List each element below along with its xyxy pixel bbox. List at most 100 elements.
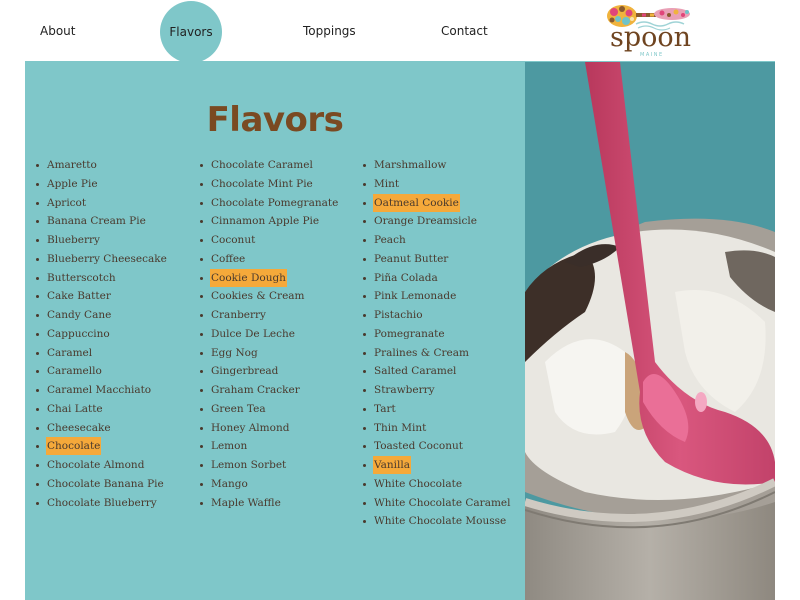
flavors-panel: Flavors Amaretto Apple Pie Apricot Banana C… <box>25 62 525 600</box>
flavor-item: Mint <box>362 175 512 194</box>
flavor-list-column-2: Chocolate Caramel Chocolate Mint Pie Choco… <box>199 156 339 512</box>
spoon-logo[interactable]: spoon MAINE <box>606 4 694 60</box>
flavor-item: Chocolate Almond <box>35 456 168 475</box>
flavor-name: Amaretto <box>47 159 97 171</box>
flavor-item: Coconut <box>199 231 339 250</box>
flavor-name: Coffee <box>211 252 246 265</box>
flavor-item: White Chocolate <box>362 475 512 494</box>
flavor-item: Chocolate <box>35 437 168 456</box>
flavor-item: Gingerbread <box>199 362 339 381</box>
flavor-item: Apple Pie <box>35 175 168 194</box>
flavor-item: Cookies & Cream <box>199 287 339 306</box>
flavor-item: Thin Mint <box>362 419 512 438</box>
flavor-name: Caramel Macchiato <box>47 384 152 396</box>
flavor-item: Blueberry Cheesecake <box>35 250 168 269</box>
flavor-name: Blueberry <box>47 234 100 246</box>
flavor-item: Pink Lemonade <box>362 287 512 306</box>
flavor-item: Lemon Sorbet <box>199 456 339 475</box>
flavor-item: White Chocolate Caramel <box>362 494 512 513</box>
flavor-name: Pink Lemonade <box>374 290 457 303</box>
flavor-name: Chocolate Mint Pie <box>211 177 313 190</box>
ice-cream-illustration <box>525 62 775 600</box>
flavor-name-highlighted: Cookie Dough <box>210 268 287 287</box>
flavor-item: Banana Cream Pie <box>35 212 168 231</box>
flavor-item: Apricot <box>35 194 168 213</box>
flavor-name: White Chocolate Caramel <box>374 496 511 509</box>
page-title: Flavors <box>206 100 344 140</box>
flavor-item: Caramello <box>35 362 168 381</box>
flavor-name: White Chocolate Mousse <box>374 515 507 528</box>
flavor-item: Pomegranate <box>362 325 512 344</box>
flavor-item: Marshmallow <box>362 156 512 175</box>
flavor-name: Lemon <box>211 440 248 453</box>
flavor-name: Orange Dreamsicle <box>374 215 477 228</box>
flavor-item: Chocolate Blueberry <box>35 494 168 513</box>
flavor-name: Thin Mint <box>374 421 427 434</box>
flavor-name: Mango <box>211 477 248 490</box>
flavor-name: Chocolate Pomegranate <box>211 196 339 209</box>
flavor-name: Pralines & Cream <box>374 346 469 359</box>
flavor-name: Banana Cream Pie <box>47 215 146 228</box>
logo-wordmark: spoon <box>610 22 692 53</box>
nav-toppings[interactable]: Toppings <box>303 24 356 38</box>
flavor-name: Piña Colada <box>374 271 438 284</box>
flavor-name: Gingerbread <box>211 365 279 378</box>
flavor-name: Salted Caramel <box>374 365 457 378</box>
flavor-item: Pistachio <box>362 306 512 325</box>
flavor-name: Egg Nog <box>211 346 258 359</box>
flavor-name: Green Tea <box>211 402 266 415</box>
flavor-name: Candy Cane <box>47 309 112 321</box>
flavor-item: Dulce De Leche <box>199 325 339 344</box>
flavor-item: Caramel Macchiato <box>35 381 168 400</box>
flavor-name: Tart <box>374 402 396 415</box>
flavor-item: Cinnamon Apple Pie <box>199 212 339 231</box>
top-nav: About Flavors Toppings Contact spoon MAI… <box>0 0 800 63</box>
flavor-name-highlighted: Oatmeal Cookie <box>373 193 460 212</box>
flavor-item: Vanilla <box>362 456 512 475</box>
flavor-item: Lemon <box>199 437 339 456</box>
flavor-item: Toasted Coconut <box>362 437 512 456</box>
flavor-name: Blueberry Cheesecake <box>47 252 167 265</box>
flavor-item: Cake Batter <box>35 287 168 306</box>
ice-cream-photo <box>525 62 775 600</box>
flavor-item: Egg Nog <box>199 344 339 363</box>
flavor-item: Strawberry <box>362 381 512 400</box>
flavor-name: Cappuccino <box>47 327 110 340</box>
flavor-item: Peanut Butter <box>362 250 512 269</box>
flavor-name-highlighted: Chocolate <box>46 437 102 456</box>
flavor-name: Chocolate Almond <box>47 459 145 471</box>
flavor-name: Peach <box>374 234 406 246</box>
flavor-item: Chai Latte <box>35 400 168 419</box>
nav-about[interactable]: About <box>40 24 75 38</box>
flavor-name: Caramello <box>47 365 102 378</box>
flavor-name: Pomegranate <box>374 327 445 340</box>
flavor-item: Blueberry <box>35 231 168 250</box>
flavor-item: Oatmeal Cookie <box>362 193 512 213</box>
flavor-item: Graham Cracker <box>199 381 339 400</box>
nav-contact[interactable]: Contact <box>441 24 488 38</box>
flavor-name: Peanut Butter <box>374 252 449 265</box>
flavor-item: Maple Waffle <box>199 494 339 513</box>
flavor-item: Peach <box>362 231 512 250</box>
flavor-name: Maple Waffle <box>211 496 281 509</box>
flavor-item: Chocolate Pomegranate <box>199 194 339 213</box>
flavor-item: Chocolate Caramel <box>199 156 339 175</box>
flavor-item: Mango <box>199 475 339 494</box>
flavor-name: Pistachio <box>374 309 423 321</box>
flavor-item: Chocolate Mint Pie <box>199 175 339 194</box>
flavor-item: Piña Colada <box>362 269 512 288</box>
flavor-name: Honey Almond <box>211 421 290 434</box>
flavor-item: Pralines & Cream <box>362 344 512 363</box>
flavor-name: Cake Batter <box>47 290 111 303</box>
flavor-name: Chocolate Caramel <box>211 159 313 171</box>
flavor-name: Cinnamon Apple Pie <box>211 215 320 228</box>
nav-flavors[interactable]: Flavors <box>160 1 222 63</box>
flavor-name: Toasted Coconut <box>374 440 463 453</box>
flavor-name: Mint <box>374 177 400 190</box>
flavor-list-column-3: Marshmallow Mint Oatmeal Cookie Orange Drea… <box>362 156 512 531</box>
flavor-item: Cranberry <box>199 306 339 325</box>
nav-flavors-label: Flavors <box>169 25 213 39</box>
flavor-list-column-1: Amaretto Apple Pie Apricot Banana Cream Pie… <box>35 156 168 512</box>
flavor-item: Cookie Dough <box>199 268 339 288</box>
flavor-item: Butterscotch <box>35 269 168 288</box>
